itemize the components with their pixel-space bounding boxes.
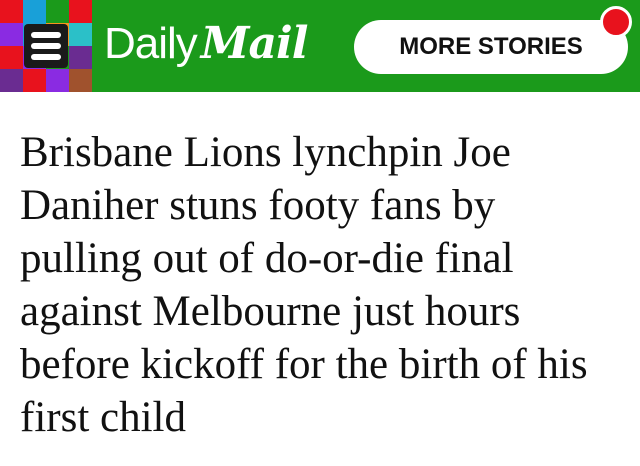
mosaic-tile <box>0 46 23 69</box>
mosaic-tile <box>23 69 46 92</box>
daily-mail-logo[interactable]: Daily Mail <box>104 18 309 74</box>
logo-mail-text: Mail <box>200 18 309 69</box>
mosaic-tile <box>69 69 92 92</box>
hamburger-icon[interactable] <box>24 24 68 68</box>
menu-button[interactable] <box>0 0 92 92</box>
mosaic-tile <box>69 0 92 23</box>
mosaic-tile <box>0 23 23 46</box>
mosaic-tile <box>46 69 69 92</box>
mosaic-tile <box>0 69 23 92</box>
mosaic-tile <box>23 0 46 23</box>
site-header: Daily Mail MORE STORIES <box>0 0 640 92</box>
mosaic-tile <box>46 0 69 23</box>
article-headline: Brisbane Lions lynchpin Joe Daniher stun… <box>20 129 588 441</box>
more-stories-button[interactable]: MORE STORIES <box>354 20 628 74</box>
logo-daily-text: Daily <box>104 19 198 68</box>
mosaic-tile <box>69 46 92 69</box>
mosaic-tile <box>0 0 23 23</box>
notification-badge <box>600 6 632 38</box>
mosaic-tile <box>69 23 92 46</box>
